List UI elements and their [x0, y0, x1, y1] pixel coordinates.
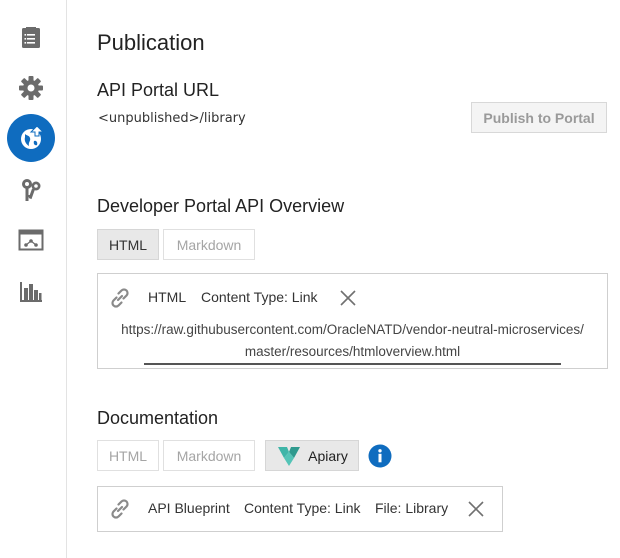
- documentation-tab-markdown[interactable]: Markdown: [163, 440, 255, 471]
- overview-heading: Developer Portal API Overview: [97, 196, 345, 216]
- apiary-tab-label: Apiary: [308, 447, 348, 464]
- link-icon: [111, 499, 129, 519]
- overview-card: HTML Content Type: Link https://raw.gith…: [97, 273, 608, 369]
- documentation-file: File: Library: [375, 500, 449, 516]
- nav-item-overview[interactable]: [0, 16, 62, 60]
- overview-tab-html[interactable]: HTML: [97, 229, 159, 260]
- apiary-logo-icon: [278, 446, 301, 466]
- documentation-tab-apiary[interactable]: Apiary: [265, 440, 359, 471]
- gear-icon: [19, 76, 43, 100]
- documentation-content-type: Content Type: Link: [244, 500, 361, 516]
- publish-to-portal-button[interactable]: Publish to Portal: [471, 102, 607, 133]
- nav-item-deployments[interactable]: [0, 218, 62, 262]
- documentation-card: API Blueprint Content Type: Link File: L…: [97, 486, 503, 532]
- nav-item-settings[interactable]: [0, 66, 62, 110]
- active-indicator: [7, 114, 55, 162]
- document-list-icon: [22, 27, 40, 48]
- info-icon[interactable]: [368, 444, 392, 468]
- nav-item-publication[interactable]: [0, 114, 62, 162]
- documentation-tab-html[interactable]: HTML: [97, 440, 159, 471]
- nav-item-analytics[interactable]: [0, 270, 62, 314]
- globe-upload-icon: [21, 125, 45, 149]
- bar-chart-icon: [20, 282, 42, 302]
- portal-url-value: <unpublished>/library: [98, 111, 246, 126]
- documentation-heading: Documentation: [97, 408, 219, 428]
- remove-overview-icon[interactable]: [338, 288, 358, 308]
- portal-url-heading: API Portal URL: [97, 80, 220, 100]
- documentation-format-label: API Blueprint: [148, 500, 230, 516]
- url-underline: [144, 363, 561, 365]
- main-content: Publication API Portal URL <unpublished>…: [97, 0, 620, 558]
- app-window-icon: [18, 229, 44, 251]
- link-icon: [111, 288, 129, 308]
- overview-url-line-1[interactable]: https://raw.githubusercontent.com/Oracle…: [98, 322, 607, 337]
- remove-documentation-icon[interactable]: [466, 499, 486, 519]
- overview-url-line-2[interactable]: master/resources/htmloverview.html: [98, 344, 607, 359]
- nav-item-grants[interactable]: [0, 168, 62, 212]
- sidebar: [0, 0, 67, 558]
- page-title: Publication: [97, 30, 205, 55]
- keys-icon: [22, 179, 41, 201]
- overview-content-type: Content Type: Link: [201, 289, 318, 305]
- overview-tab-markdown[interactable]: Markdown: [163, 229, 255, 260]
- overview-format-label: HTML: [148, 289, 187, 305]
